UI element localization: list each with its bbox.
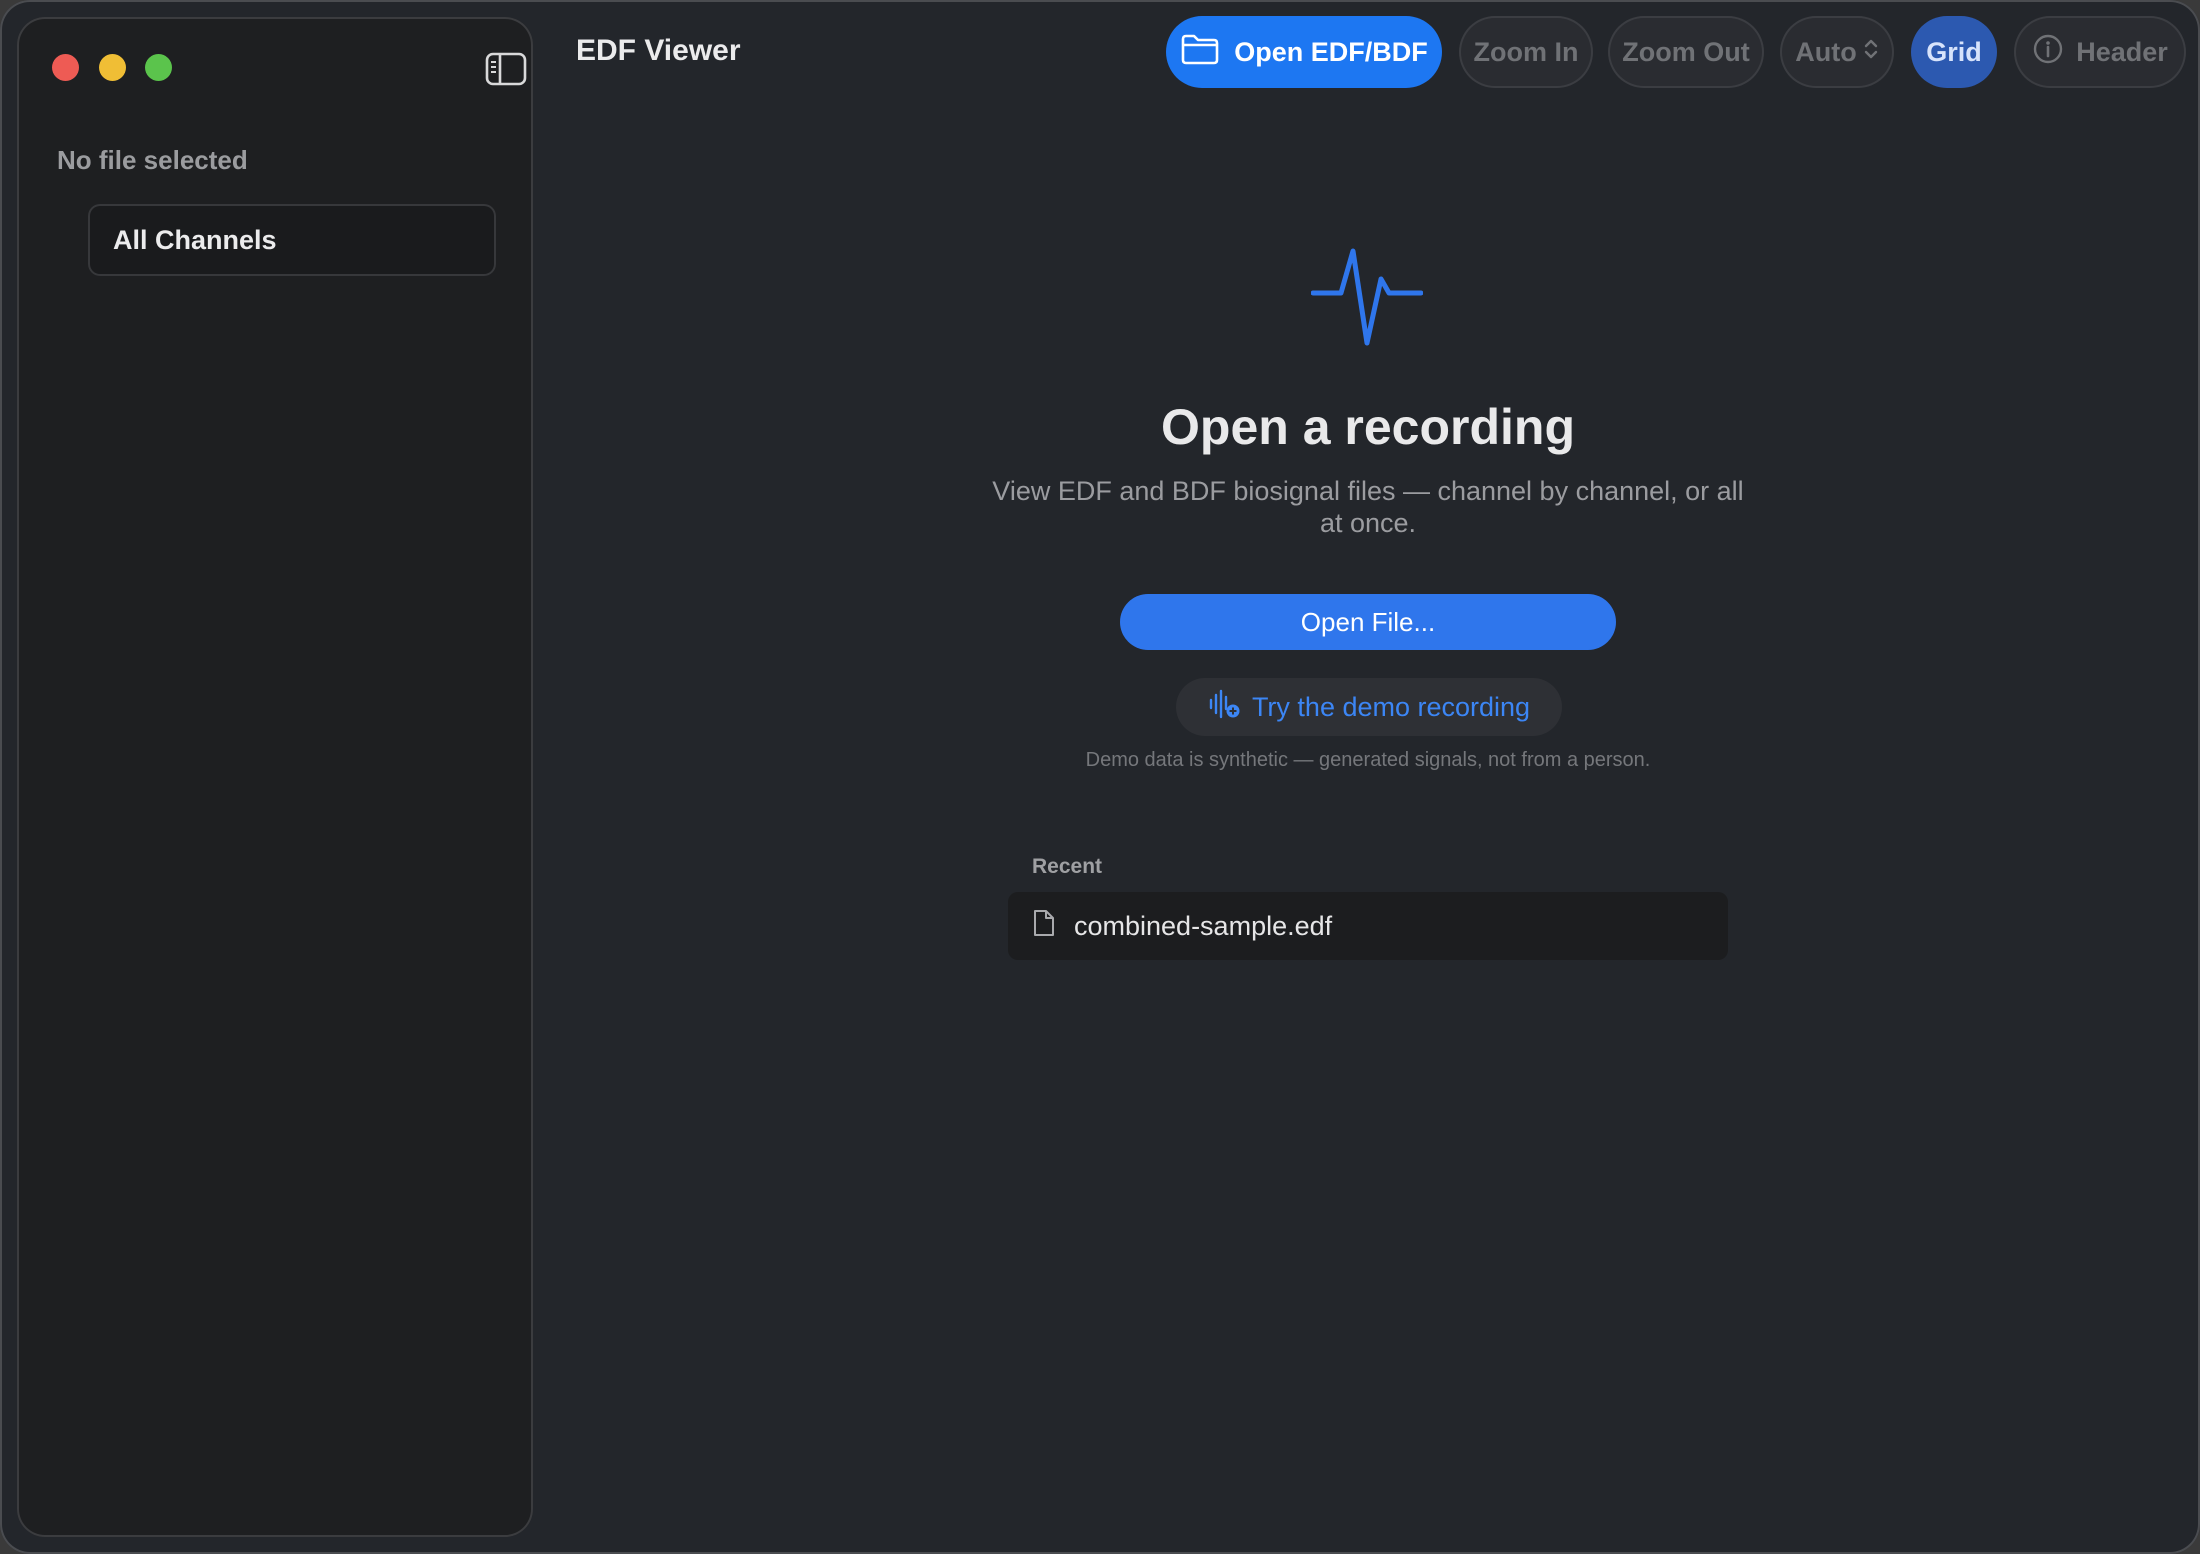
close-window-button[interactable]: [52, 54, 79, 81]
waveform-badge-plus-icon: [1208, 689, 1240, 726]
try-demo-button[interactable]: Try the demo recording: [1176, 678, 1562, 736]
scale-select-value: Auto: [1795, 36, 1857, 67]
sidebar-item-label: All Channels: [113, 224, 277, 255]
header-info-label: Header: [2076, 36, 2168, 67]
open-edf-bdf-label: Open EDF/BDF: [1234, 36, 1428, 67]
folder-icon: [1180, 33, 1220, 72]
sidebar-toggle-icon[interactable]: [485, 52, 527, 86]
app-window: No file selected All Channels EDF Viewer…: [0, 0, 2200, 1554]
zoom-in-label: Zoom In: [1473, 36, 1579, 67]
open-edf-bdf-button[interactable]: Open EDF/BDF: [1166, 16, 1442, 88]
maximize-window-button[interactable]: [145, 54, 172, 81]
recent-file-name: combined-sample.edf: [1074, 910, 1333, 941]
zoom-out-button[interactable]: Zoom Out: [1608, 16, 1764, 88]
empty-state-subtitle: View EDF and BDF biosignal files — chann…: [992, 476, 1744, 538]
chevron-up-down-icon: [1863, 37, 1879, 68]
grid-toggle-button[interactable]: Grid: [1911, 16, 1997, 88]
file-status-label: No file selected: [57, 145, 248, 175]
open-file-label: Open File...: [1300, 606, 1436, 637]
waveform-pulse-icon: [1310, 233, 1424, 347]
recent-heading: Recent: [1032, 855, 1103, 878]
open-file-button[interactable]: Open File...: [1120, 594, 1616, 650]
header-info-button[interactable]: Header: [2014, 16, 2186, 88]
sidebar-item-all-channels[interactable]: All Channels: [88, 204, 496, 276]
empty-state-title: Open a recording: [1161, 399, 1575, 455]
grid-toggle-label: Grid: [1926, 36, 1982, 67]
zoom-out-label: Zoom Out: [1622, 36, 1750, 67]
app-title: EDF Viewer: [576, 34, 741, 67]
scale-select[interactable]: Auto: [1780, 16, 1894, 88]
demo-disclaimer: Demo data is synthetic — generated signa…: [1085, 749, 1651, 771]
info-icon: [2032, 33, 2064, 72]
document-icon: [1032, 908, 1056, 945]
try-demo-label: Try the demo recording: [1251, 691, 1531, 722]
sidebar: No file selected All Channels: [17, 17, 533, 1537]
zoom-in-button[interactable]: Zoom In: [1459, 16, 1593, 88]
minimize-window-button[interactable]: [99, 54, 126, 81]
recent-file-item[interactable]: combined-sample.edf: [1008, 892, 1728, 960]
